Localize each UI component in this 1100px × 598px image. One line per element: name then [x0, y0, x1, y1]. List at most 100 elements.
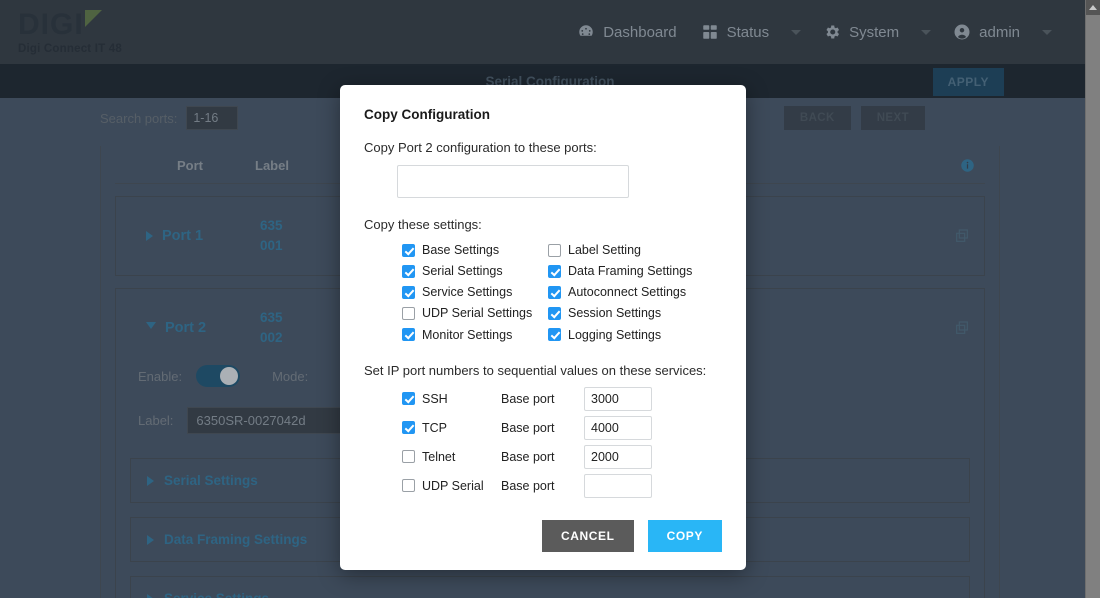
service-name: TCP [422, 419, 447, 437]
base-port-label: Base port [501, 450, 577, 464]
info-icon[interactable] [960, 158, 975, 173]
checkbox-udp-serial[interactable]: UDP Serial [402, 477, 494, 495]
checkbox-service-settings[interactable]: Service Settings [402, 283, 548, 301]
accordion-label: Service Settings [164, 591, 269, 598]
checkbox-box [402, 265, 415, 278]
mode-label: Mode: [272, 369, 308, 384]
service-name: Telnet [422, 448, 455, 466]
checkbox-box [548, 244, 561, 257]
triangle-right-icon [147, 594, 154, 598]
checkbox-session-settings[interactable]: Session Settings [548, 304, 722, 322]
checkbox-label: Autoconnect Settings [568, 283, 686, 301]
checkbox-box [548, 286, 561, 299]
checkbox-telnet[interactable]: Telnet [402, 448, 494, 466]
nav-label-admin: admin [979, 24, 1020, 41]
copy-icon[interactable] [954, 320, 970, 336]
chevron-down-icon-status[interactable] [791, 30, 801, 35]
accordion-label: Data Framing Settings [164, 532, 307, 547]
grid-icon [701, 23, 719, 41]
nav-item-status[interactable]: Status [691, 17, 780, 47]
checkbox-data-framing-settings[interactable]: Data Framing Settings [548, 262, 722, 280]
port-name-label: Port 1 [162, 228, 203, 244]
checkbox-tcp[interactable]: TCP [402, 419, 494, 437]
brand: DIGI Digi Connect IT 48 [18, 10, 122, 55]
enable-toggle[interactable] [196, 365, 240, 387]
nav-label-system: System [849, 24, 899, 41]
checkbox-label: Label Setting [568, 241, 641, 259]
base-port-input-udp-serial[interactable] [584, 474, 652, 498]
triangle-right-icon [147, 476, 154, 486]
checkbox-label: Monitor Settings [422, 326, 512, 344]
checkbox-label: Service Settings [422, 283, 512, 301]
checkbox-label: UDP Serial Settings [422, 304, 532, 322]
copy-icon[interactable] [954, 228, 970, 244]
checkbox-label: Data Framing Settings [568, 262, 692, 280]
accordion-service-settings[interactable]: Service Settings [130, 576, 970, 598]
checkbox-label-setting[interactable]: Label Setting [548, 241, 722, 259]
checkbox-box [402, 286, 415, 299]
search-ports-input[interactable] [186, 106, 238, 130]
nav-item-admin[interactable]: admin [943, 17, 1030, 47]
checkbox-logging-settings[interactable]: Logging Settings [548, 326, 722, 344]
service-row-ssh: SSH Base port [402, 387, 722, 411]
user-icon [953, 23, 971, 41]
copy-button[interactable]: COPY [648, 520, 722, 552]
product-name: Digi Connect IT 48 [18, 43, 122, 55]
enable-label: Enable: [138, 369, 182, 384]
service-row-telnet: Telnet Base port [402, 445, 722, 469]
pagination-buttons: BACK NEXT [784, 106, 1100, 130]
copy-configuration-dialog: Copy Configuration Copy Port 2 configura… [340, 85, 746, 570]
top-header-bar: DIGI Digi Connect IT 48 Dashboard Stat [0, 0, 1100, 64]
checkbox-box [402, 450, 415, 463]
checkbox-autoconnect-settings[interactable]: Autoconnect Settings [548, 283, 722, 301]
services-list: SSH Base port TCP Base port Telnet Base … [402, 387, 722, 498]
column-header-port: Port [125, 158, 255, 173]
base-port-label: Base port [501, 392, 577, 406]
checkbox-label: Logging Settings [568, 326, 661, 344]
apply-button[interactable]: APPLY [933, 68, 1004, 96]
back-button[interactable]: BACK [784, 106, 851, 130]
gear-icon [823, 23, 841, 41]
dialog-title: Copy Configuration [364, 107, 722, 122]
service-name: SSH [422, 390, 448, 408]
page-scrollbar[interactable] [1085, 0, 1100, 598]
chevron-down-icon-system[interactable] [921, 30, 931, 35]
dialog-actions: CANCEL COPY [364, 520, 722, 552]
checkbox-box [548, 307, 561, 320]
settings-checkbox-grid: Base Settings Label Setting Serial Setti… [402, 241, 722, 344]
nav-item-system[interactable]: System [813, 17, 909, 47]
next-button[interactable]: NEXT [861, 106, 925, 130]
nav-label-dashboard: Dashboard [603, 24, 676, 41]
base-port-input-telnet[interactable] [584, 445, 652, 469]
checkbox-label: Session Settings [568, 304, 661, 322]
checkbox-box [548, 265, 561, 278]
base-port-input-tcp[interactable] [584, 416, 652, 440]
scroll-up-arrow-icon[interactable] [1086, 0, 1100, 15]
checkbox-box [402, 392, 415, 405]
logo-text: DIGI [18, 10, 84, 40]
base-port-input-ssh[interactable] [584, 387, 652, 411]
port-toggle-2[interactable]: Port 2 [130, 320, 260, 336]
checkbox-box [402, 307, 415, 320]
service-row-tcp: TCP Base port [402, 416, 722, 440]
checkbox-monitor-settings[interactable]: Monitor Settings [402, 326, 548, 344]
port-toggle-1[interactable]: Port 1 [130, 228, 260, 244]
checkbox-label: Serial Settings [422, 262, 503, 280]
port-name-label: Port 2 [165, 320, 206, 336]
triangle-down-icon [146, 322, 156, 334]
checkbox-serial-settings[interactable]: Serial Settings [402, 262, 548, 280]
checkbox-udp-serial-settings[interactable]: UDP Serial Settings [402, 304, 548, 322]
base-port-label: Base port [501, 479, 577, 493]
cancel-button[interactable]: CANCEL [542, 520, 634, 552]
checkbox-box [402, 244, 415, 257]
service-row-udp-serial: UDP Serial Base port [402, 474, 722, 498]
checkbox-base-settings[interactable]: Base Settings [402, 241, 548, 259]
checkbox-ssh[interactable]: SSH [402, 390, 494, 408]
nav-item-dashboard[interactable]: Dashboard [567, 17, 686, 47]
digi-logo: DIGI [18, 10, 122, 40]
target-ports-input[interactable] [397, 165, 629, 198]
chevron-down-icon-admin[interactable] [1042, 30, 1052, 35]
copy-settings-label: Copy these settings: [364, 217, 722, 232]
accordion-label: Serial Settings [164, 473, 258, 488]
search-ports-label: Search ports: [100, 111, 177, 126]
